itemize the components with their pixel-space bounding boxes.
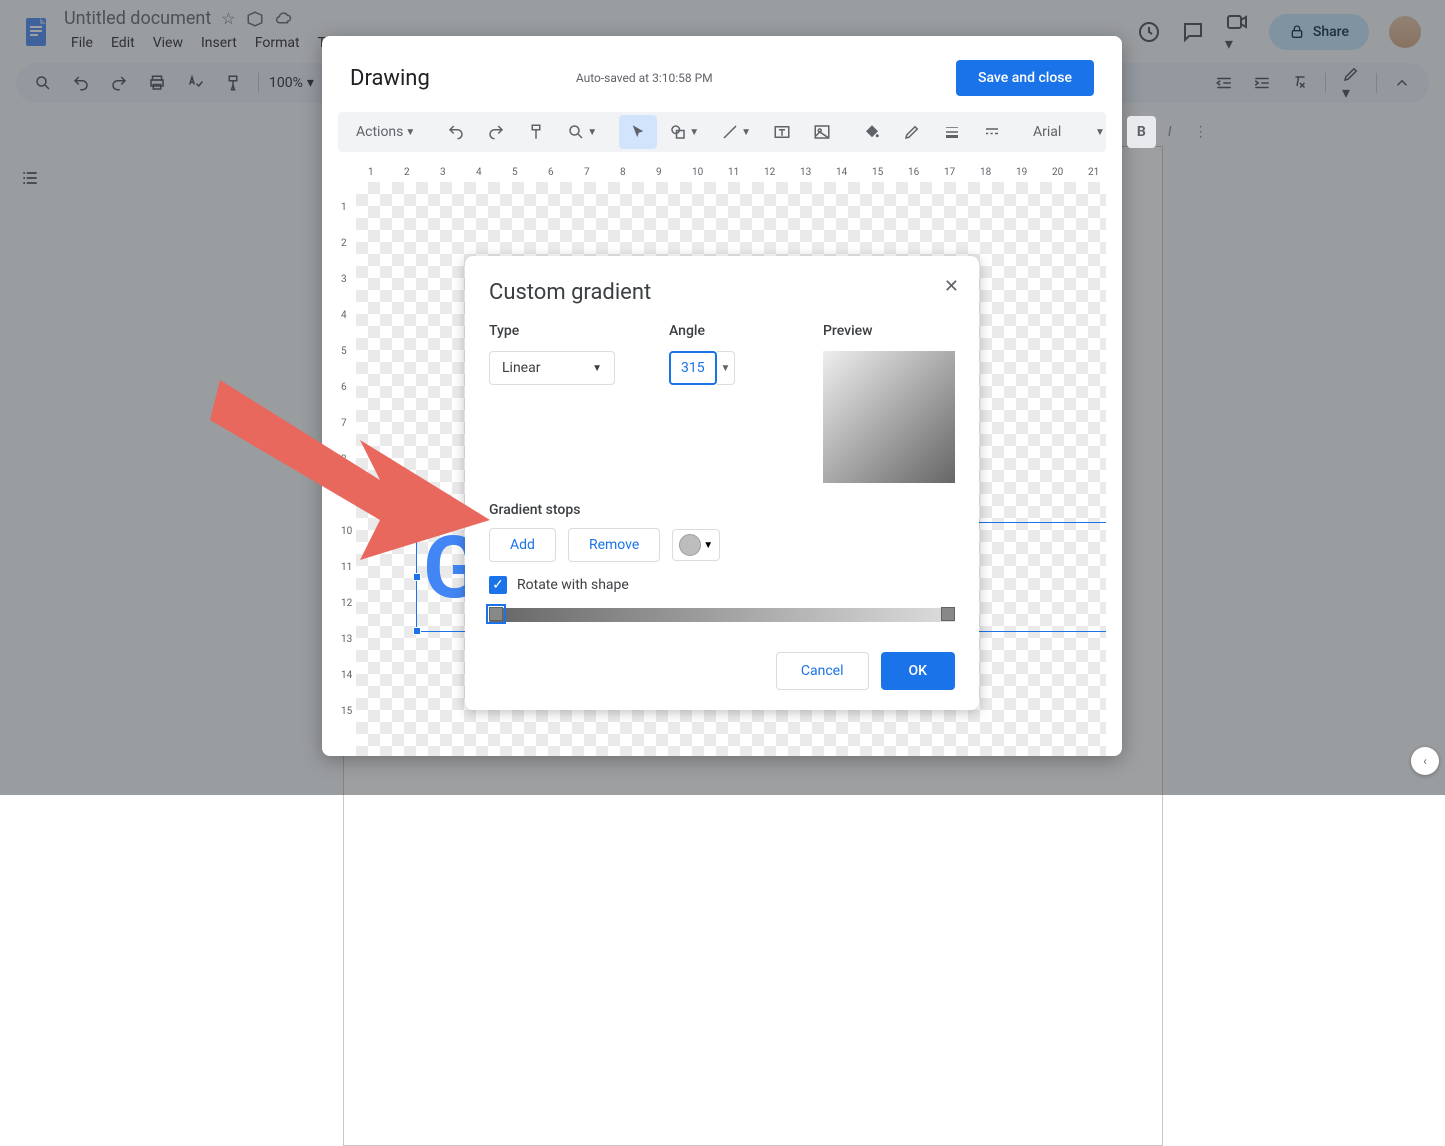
chevron-down-icon: ▼ xyxy=(703,540,713,551)
actions-menu[interactable]: Actions▼ xyxy=(346,116,425,148)
side-panel-toggle[interactable]: ‹ xyxy=(1411,747,1439,775)
gradient-stop-1[interactable] xyxy=(941,607,955,621)
gradient-preview xyxy=(823,351,955,483)
type-select[interactable]: Linear ▼ xyxy=(489,351,615,385)
italic-icon[interactable]: I xyxy=(1158,116,1182,148)
chevron-down-icon: ▼ xyxy=(592,363,602,374)
ruler-vertical: 123456789101112131415 xyxy=(338,182,356,756)
autosave-status: Auto-saved at 3:10:58 PM xyxy=(576,71,713,85)
undo-icon[interactable] xyxy=(437,115,475,149)
rotate-checkbox[interactable]: ✓ xyxy=(489,576,507,594)
remove-stop-button[interactable]: Remove xyxy=(568,528,660,562)
gradient-title: Custom gradient xyxy=(489,280,955,305)
ok-button[interactable]: OK xyxy=(881,652,956,690)
border-weight-icon[interactable] xyxy=(933,115,971,149)
ruler-horizontal: 123456789101112131415161718192021 xyxy=(338,164,1106,182)
zoom-icon[interactable]: ▼ xyxy=(557,115,607,149)
stops-label: Gradient stops xyxy=(489,502,580,518)
drawing-toolbar: Actions▼ ▼ ▼ ▼ Arial ▼ B I ⋮ xyxy=(338,112,1106,152)
preview-label: Preview xyxy=(823,323,955,339)
stop-color-select[interactable]: ▼ xyxy=(672,529,720,561)
color-swatch-icon xyxy=(679,534,701,556)
gradient-slider[interactable] xyxy=(489,608,955,622)
close-icon[interactable]: ✕ xyxy=(944,276,959,297)
add-stop-button[interactable]: Add xyxy=(489,528,556,562)
custom-gradient-dialog: Custom gradient ✕ Type Linear ▼ Angle ▼ … xyxy=(465,256,979,710)
select-tool-icon[interactable] xyxy=(619,115,657,149)
bold-icon[interactable]: B xyxy=(1127,116,1156,148)
angle-label: Angle xyxy=(669,323,819,339)
image-tool-icon[interactable] xyxy=(803,115,841,149)
save-and-close-button[interactable]: Save and close xyxy=(956,60,1094,96)
cancel-button[interactable]: Cancel xyxy=(776,652,869,690)
font-dropdown-icon[interactable]: ▼ xyxy=(1085,119,1115,146)
border-color-icon[interactable] xyxy=(893,115,931,149)
gradient-stop-0[interactable] xyxy=(489,607,503,621)
fill-color-icon[interactable] xyxy=(853,115,891,149)
font-select[interactable]: Arial xyxy=(1023,116,1083,148)
shape-tool-icon[interactable]: ▼ xyxy=(659,115,709,149)
angle-dropdown-icon[interactable]: ▼ xyxy=(717,351,735,385)
drawing-title: Drawing xyxy=(350,66,430,91)
textbox-tool-icon[interactable] xyxy=(763,115,801,149)
angle-input[interactable] xyxy=(669,351,717,385)
line-tool-icon[interactable]: ▼ xyxy=(711,115,761,149)
rotate-label: Rotate with shape xyxy=(517,577,629,593)
more-icon[interactable]: ⋮ xyxy=(1184,116,1218,148)
border-dash-icon[interactable] xyxy=(973,115,1011,149)
redo-icon[interactable] xyxy=(477,115,515,149)
type-label: Type xyxy=(489,323,669,339)
paint-format-icon[interactable] xyxy=(517,115,555,149)
